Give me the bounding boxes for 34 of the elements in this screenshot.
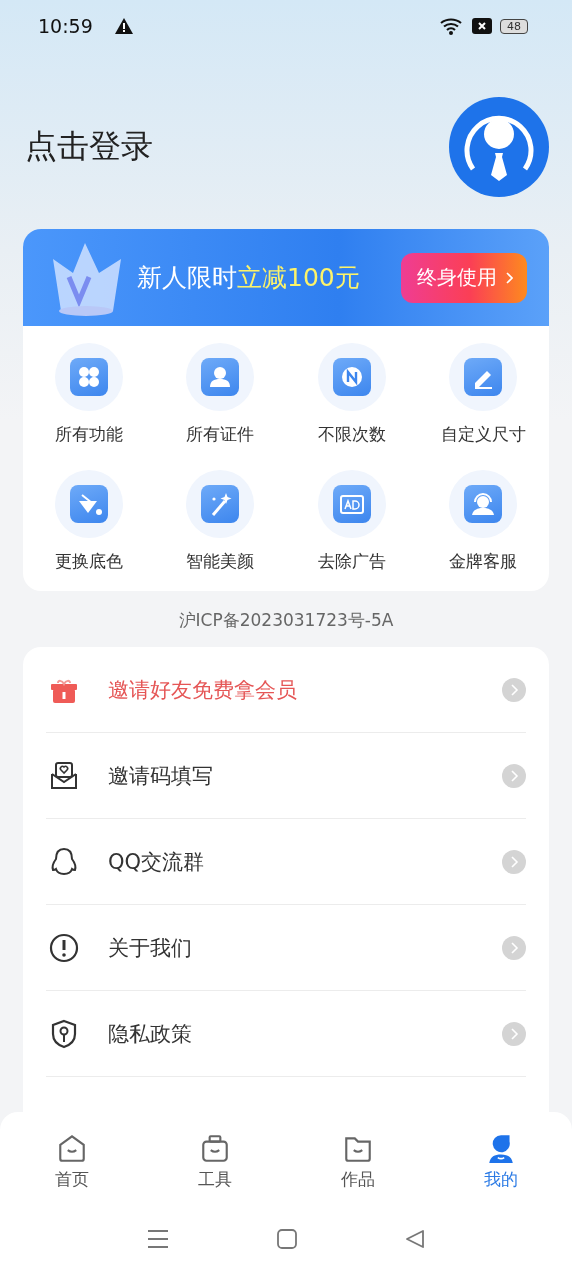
feature-label[interactable]: 去除广告 (317, 550, 386, 573)
menu-icon[interactable] (147, 1229, 169, 1249)
menu-item[interactable]: 邀请好友免费拿会员 (108, 675, 297, 704)
feature-label[interactable]: 自定义尺寸 (440, 423, 526, 446)
nav-tab[interactable]: 作品 (307, 1122, 408, 1201)
feature-label[interactable]: 智能美颜 (186, 550, 255, 573)
avatar-icon[interactable] (449, 97, 549, 197)
warning-icon (114, 18, 133, 34)
nav-tab[interactable]: 首页 (21, 1122, 122, 1201)
feature-label[interactable]: 金牌客服 (449, 550, 518, 573)
promo-text: 新人限时立减100元 (137, 262, 360, 294)
promo-banner[interactable]: 新人限时立减100元 终身使用 (23, 229, 549, 326)
envelope-heart-icon (48, 759, 80, 792)
menu-item[interactable]: 隐私政策 (108, 1019, 192, 1048)
exclamation-circle-icon (48, 931, 80, 964)
feature-label[interactable]: 所有证件 (186, 423, 255, 446)
battery-level: 48 (500, 18, 528, 34)
chevron-right-icon (505, 271, 513, 284)
close-box-icon (472, 18, 492, 34)
wifi-icon (440, 17, 464, 35)
feature-label[interactable]: 所有功能 (54, 423, 123, 446)
menu-item[interactable]: QQ交流群 (108, 847, 205, 876)
home-square-icon[interactable] (277, 1229, 297, 1249)
icp-number: 沪ICP备2023031723号-5A (177, 609, 395, 632)
menu-item[interactable]: 关于我们 (108, 933, 192, 962)
lifetime-button[interactable]: 终身使用 (401, 252, 527, 303)
feature-label[interactable]: 不限次数 (317, 423, 386, 446)
status-time: 10:59 (38, 15, 93, 37)
nav-tab[interactable]: 我的 (450, 1122, 551, 1201)
feature-label[interactable]: 更换底色 (54, 550, 123, 573)
login-link[interactable]: 点击登录 (25, 125, 153, 169)
nav-tab[interactable]: 工具 (164, 1122, 265, 1201)
menu-item[interactable]: 邀请码填写 (108, 761, 213, 790)
back-icon[interactable] (405, 1229, 425, 1249)
